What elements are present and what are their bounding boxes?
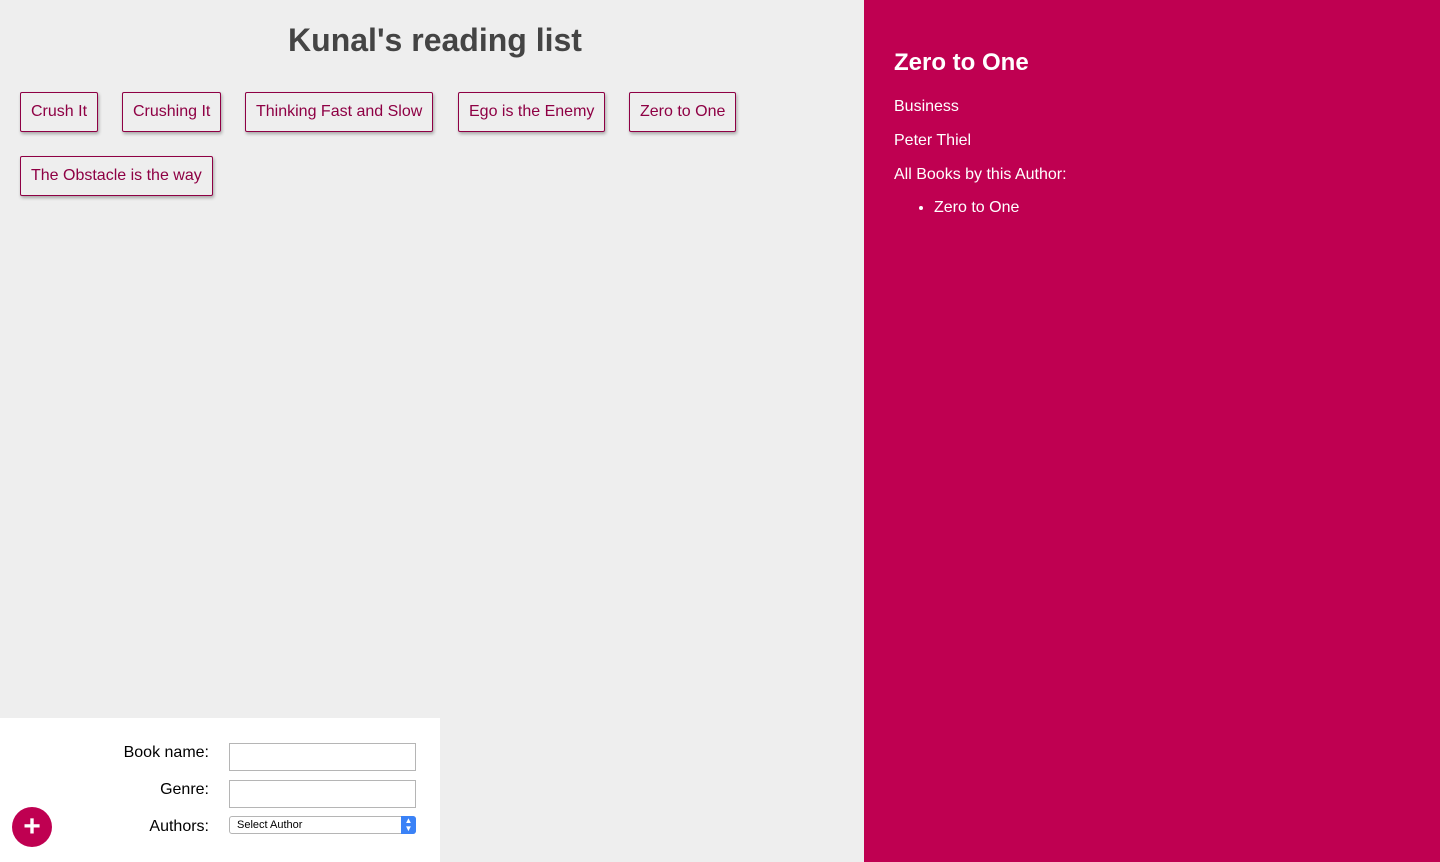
select-arrows-icon: ▲ ▼ bbox=[401, 816, 416, 834]
page-title: Kunal's reading list bbox=[288, 22, 582, 58]
details-all-books-label: All Books by this Author: bbox=[894, 166, 1067, 183]
details-author: Peter Thiel bbox=[894, 132, 972, 149]
book-item-the-obstacle-is-the-way[interactable]: The Obstacle is the way bbox=[20, 156, 213, 196]
book-name-input[interactable] bbox=[229, 743, 416, 771]
book-item-zero-to-one[interactable]: Zero to One bbox=[629, 92, 737, 132]
book-name-label: Book name: bbox=[123, 744, 209, 761]
author-book-item: Zero to One bbox=[934, 198, 1019, 218]
add-book-form: Book name: Genre: Authors: Select Author… bbox=[0, 718, 440, 862]
genre-label: Genre: bbox=[160, 781, 209, 798]
plus-icon: + bbox=[23, 810, 41, 843]
details-book-title: Zero to One bbox=[894, 49, 1029, 76]
authors-label: Authors: bbox=[149, 818, 209, 835]
book-item-crush-it[interactable]: Crush It bbox=[20, 92, 99, 132]
genre-input[interactable] bbox=[229, 780, 416, 808]
details-genre: Business bbox=[894, 98, 959, 115]
book-item-crushing-it[interactable]: Crushing It bbox=[122, 92, 222, 132]
add-book-button[interactable]: + bbox=[12, 807, 52, 847]
author-select-value: Select Author bbox=[237, 819, 303, 831]
book-details-panel: Zero to One Business Peter Thiel All Boo… bbox=[864, 0, 1440, 862]
book-item-ego-is-the-enemy[interactable]: Ego is the Enemy bbox=[458, 92, 606, 132]
author-select[interactable]: Select Author ▲ ▼ bbox=[229, 816, 416, 834]
book-item-thinking-fast-and-slow[interactable]: Thinking Fast and Slow bbox=[245, 92, 434, 132]
author-books-list: Zero to One bbox=[894, 198, 1019, 218]
